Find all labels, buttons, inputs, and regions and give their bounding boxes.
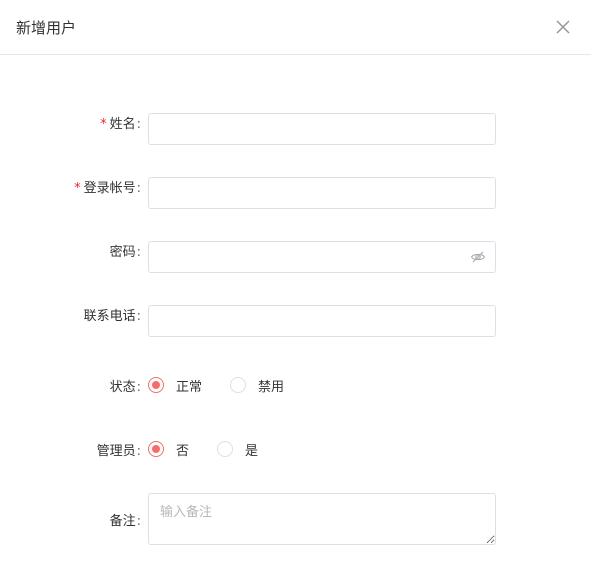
admin-label: 管理员:: [96, 443, 141, 459]
form-row-status: 状态: 正常 禁用: [0, 369, 591, 401]
password-input[interactable]: [148, 241, 496, 273]
password-label: 密码:: [109, 245, 141, 260]
status-radio-group: 正常 禁用: [148, 369, 312, 401]
radio-checked-icon: [148, 441, 164, 457]
account-input[interactable]: [148, 177, 496, 209]
password-visibility-toggle[interactable]: [470, 249, 486, 265]
status-label: 状态:: [109, 379, 141, 395]
form-row-admin: 管理员: 否 是: [0, 433, 591, 465]
form-row-account: * 登录帐号:: [0, 177, 591, 209]
account-label: * 登录帐号:: [74, 181, 141, 196]
status-radio-disabled[interactable]: 禁用: [230, 376, 302, 395]
status-radio-normal[interactable]: 正常: [148, 376, 220, 395]
close-icon: [556, 20, 570, 34]
admin-radio-no[interactable]: 否: [148, 440, 207, 459]
phone-label: 联系电话:: [83, 309, 141, 324]
form-row-name: * 姓名:: [0, 113, 591, 145]
close-button[interactable]: [551, 15, 575, 39]
form-row-remark: 备注:: [0, 493, 591, 545]
add-user-dialog: 新增用户 * 姓名: * 登录帐号: 密码: 联系电话: 状态: 正常 禁用 管…: [0, 0, 591, 566]
required-star: *: [74, 181, 81, 196]
name-label: * 姓名:: [100, 117, 141, 132]
remark-textarea[interactable]: [148, 493, 496, 545]
admin-radio-yes[interactable]: 是: [217, 440, 276, 459]
required-star: *: [100, 117, 107, 132]
dialog-title: 新增用户: [16, 18, 77, 37]
eye-off-icon: [470, 251, 486, 263]
form-row-password: 密码:: [0, 241, 591, 273]
phone-input[interactable]: [148, 305, 496, 337]
radio-unchecked-icon: [217, 441, 234, 457]
remark-label: 备注:: [109, 513, 141, 529]
form-row-phone: 联系电话:: [0, 305, 591, 337]
dialog-header: 新增用户: [0, 0, 591, 55]
name-input[interactable]: [148, 113, 496, 145]
radio-checked-icon: [148, 377, 164, 393]
radio-unchecked-icon: [230, 377, 247, 393]
admin-radio-group: 否 是: [148, 433, 286, 465]
